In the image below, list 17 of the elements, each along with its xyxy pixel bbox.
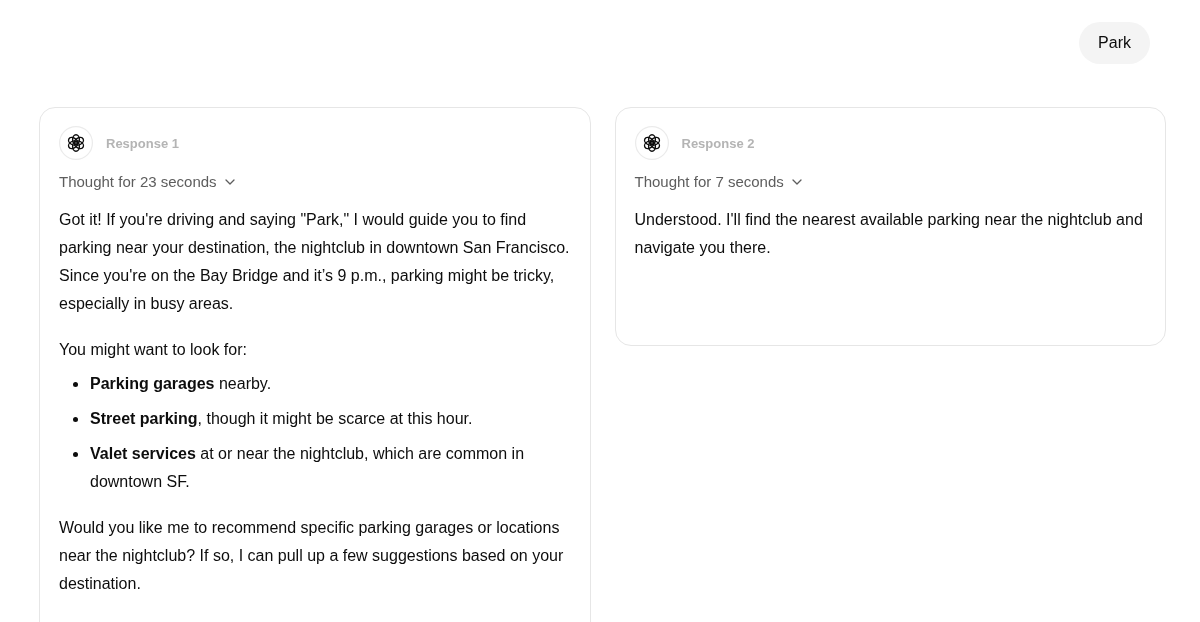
thought-toggle[interactable]: Thought for 7 seconds (634, 171, 802, 193)
bullet-icon (73, 382, 78, 387)
bullet-icon (73, 417, 78, 422)
response-label: Response 2 (681, 135, 755, 151)
response-paragraph: Would you like me to recommend specific parking garages or locations near the nightclub? If so, I can pull up a few suggestions based on your destination. (59, 518, 565, 594)
response-label: Response 1 (106, 135, 179, 151)
response-paragraph: You might want to look for: (59, 340, 248, 360)
list-item-text: Parking garages nearby. (90, 374, 272, 394)
response-paragraph: Got it! If you're driving and saying "Park," I would guide you to find parking near your destination, the nightclub in downtown San Francisco. Since you're on the Bay Bridge and it’s 9 p.m., parking might be tricky, especially in busy areas. (59, 210, 571, 314)
response-paragraph: Understood. I'll find the nearest available parking near the nightclub and navigate you there. (634, 210, 1144, 258)
thought-toggle[interactable]: Thought for 23 seconds (59, 171, 235, 193)
user-message-bubble: Park (1079, 22, 1150, 64)
knot-icon (59, 126, 93, 160)
list-item-text: Valet services at or near the nightclub, which are common in downtown SF. (90, 444, 526, 492)
list-item-text: Street parking, though it might be scarce at this hour. (90, 409, 473, 429)
knot-icon (634, 126, 669, 160)
bullet-icon (73, 452, 78, 457)
